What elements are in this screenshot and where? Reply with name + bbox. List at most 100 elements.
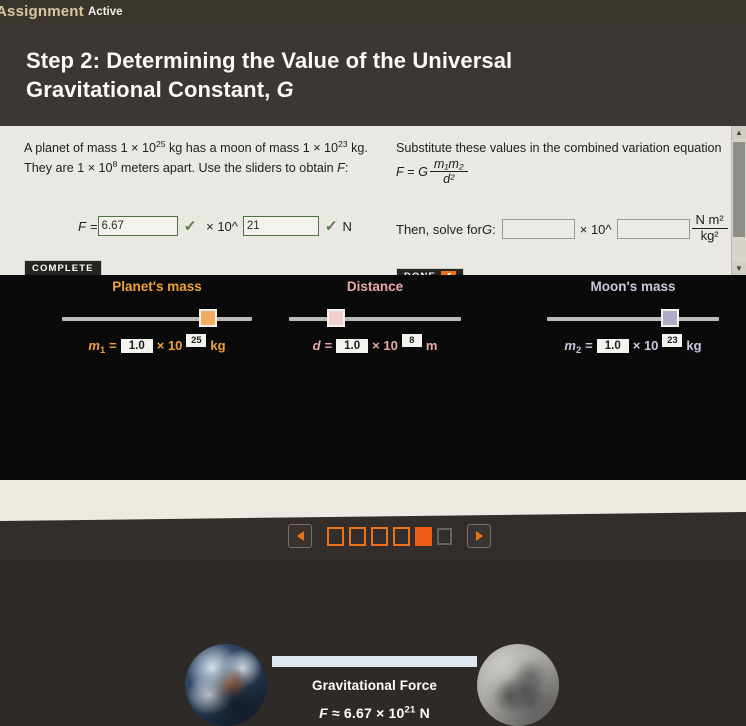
solve-colon: : — [492, 221, 496, 237]
page-dot-4[interactable] — [393, 526, 410, 546]
chevron-left-icon — [296, 531, 304, 541]
force-mantissa-input[interactable] — [97, 216, 178, 236]
force-value-variable: F — [319, 705, 328, 721]
earth-planet-image — [185, 644, 267, 726]
done-button[interactable]: DONE✔ — [396, 268, 464, 275]
g-exponent-input[interactable] — [616, 219, 690, 240]
slider-group-distance: Distance d = 1.0 × 10 8 m — [262, 279, 488, 353]
moon-image — [477, 644, 559, 726]
slider-planet-mass[interactable] — [62, 308, 252, 330]
page-dot-2[interactable] — [349, 526, 366, 546]
title-band: Step 2: Determining the Value of the Uni… — [0, 26, 746, 126]
slider-readout-distance: d = 1.0 × 10 8 m — [262, 334, 488, 353]
force-times-ten-label: × 10^ — [206, 218, 238, 234]
force-equation-variable: F — [78, 218, 86, 234]
force-value-approx: ≈ — [331, 705, 340, 721]
slider-readout-moon-mass: m2 = 1.0 × 10 23 kg — [520, 334, 746, 355]
slider-title-planet-mass: Planet's mass — [112, 279, 202, 294]
scroll-down-arrow-icon[interactable]: ▼ — [732, 262, 746, 275]
force-unit-label: N — [342, 218, 352, 234]
content-panel: A planet of mass 1 × 1025 kg has a moon … — [0, 126, 746, 275]
left-prompt-variable-f: F — [337, 161, 345, 176]
top-bar: Assignment Active — [0, 0, 746, 26]
scrollbar-thumb[interactable] — [733, 142, 745, 237]
slider-readout-planet-mass: m1 = 1.0 × 10 25 kg — [22, 334, 292, 355]
mantissa-check-icon: ✓ — [183, 218, 197, 235]
left-prompt-part1: A planet of mass 1 × 10 — [24, 141, 156, 155]
distance-unit: m — [425, 338, 438, 353]
planet-mass-symbol: m1 — [88, 338, 106, 355]
left-prompt-exp2: 23 — [338, 138, 348, 149]
slider-track-planet-mass[interactable] — [62, 317, 252, 321]
force-answer-row: F = ✓ × 10^ ✓ N — [78, 216, 352, 236]
right-prompt-equals: = — [403, 165, 419, 180]
left-prompt-exp1: 25 — [155, 138, 166, 149]
previous-page-button[interactable] — [288, 524, 312, 548]
moon-mass-symbol: m2 — [564, 338, 582, 355]
slider-track-distance[interactable] — [289, 317, 461, 321]
left-prompt-part4: meters apart. Use the sliders to obtain — [117, 161, 338, 176]
slider-group-moon-mass: Moon's mass m2 = 1.0 × 10 23 kg — [520, 279, 746, 355]
left-prompt-colon: : — [344, 161, 349, 176]
panel-scrollbar[interactable]: ▲ ▼ — [731, 126, 746, 275]
gravitation-fraction: m₁m₂ d² — [429, 157, 468, 186]
simulation-area: Planet's mass m1 = 1.0 × 10 25 kg Distan… — [0, 275, 746, 726]
gravitational-force-readout: Gravitational Force F ≈ 6.67 × 1021 N — [272, 656, 477, 721]
pagination-control — [288, 524, 491, 548]
distance-symbol: d — [312, 338, 321, 353]
page-title-line1: Step 2: Determining the Value of the Uni… — [26, 48, 513, 73]
left-prompt-part2: kg has a moon of mass 1 × 10 — [165, 141, 339, 155]
g-units-fraction: N m² kg² — [691, 212, 728, 244]
page-title-variable-g: G — [276, 77, 294, 103]
exponent-check-icon: ✓ — [324, 218, 338, 235]
force-value-unit: N — [419, 705, 430, 721]
slider-title-moon-mass: Moon's mass — [590, 279, 676, 294]
slider-distance[interactable] — [289, 308, 461, 330]
distance-value[interactable]: 1.0 — [336, 338, 369, 353]
page-dot-3[interactable] — [371, 526, 388, 546]
force-value-mantissa: 6.67 — [343, 705, 372, 721]
page-dot-5-current[interactable] — [415, 526, 432, 546]
moon-mass-value[interactable]: 1.0 — [596, 338, 629, 353]
scroll-up-arrow-icon[interactable]: ▲ — [732, 126, 746, 139]
distance-equals: = — [324, 338, 333, 353]
fraction-numerator: m₁m₂ — [433, 157, 464, 172]
solve-for-g-row: Then, solve for G: × 10^ N m² kg² — [396, 212, 730, 244]
right-prompt-text: Substitute these values in the combined … — [396, 141, 722, 155]
planet-mass-value[interactable]: 1.0 — [120, 338, 153, 353]
page-dot-6[interactable] — [437, 527, 452, 545]
g-units-denominator: kg² — [691, 227, 728, 244]
moon-mass-exponent[interactable]: 23 — [662, 334, 683, 347]
next-page-button[interactable] — [467, 524, 491, 548]
slider-thumb-moon-mass[interactable] — [660, 309, 679, 327]
distance-exponent[interactable]: 8 — [401, 334, 422, 347]
assignment-status-label: Active — [88, 6, 123, 18]
force-value-times-ten: × 10 — [376, 705, 405, 721]
slider-group-planet-mass: Planet's mass m1 = 1.0 × 10 25 kg — [22, 279, 292, 355]
page-dot-1[interactable] — [327, 526, 344, 546]
force-equation-equals: = — [89, 218, 98, 234]
moon-mass-unit: kg — [686, 338, 702, 353]
g-mantissa-input[interactable] — [501, 219, 575, 240]
right-prompt-variable-g: G — [418, 165, 428, 180]
g-units-numerator: N m² — [695, 212, 724, 227]
assignment-label: Assignment — [0, 3, 84, 20]
moon-mass-times-ten: × 10 — [632, 338, 659, 353]
slider-track-moon-mass[interactable] — [547, 317, 719, 321]
solve-for-g-label: Then, solve for — [396, 221, 482, 237]
planet-mass-exponent[interactable]: 25 — [186, 334, 207, 347]
complete-badge[interactable]: COMPLETE — [24, 260, 102, 275]
planet-mass-equals: = — [109, 338, 117, 353]
force-value-exponent: 21 — [404, 704, 416, 716]
slider-thumb-planet-mass[interactable] — [198, 309, 217, 327]
slider-thumb-distance[interactable] — [326, 309, 345, 327]
slider-moon-mass[interactable] — [547, 308, 719, 330]
gravitational-force-label: Gravitational Force — [312, 678, 437, 693]
left-column: A planet of mass 1 × 1025 kg has a moon … — [24, 138, 379, 179]
page-title-line2: Gravitational Constant, — [26, 77, 277, 103]
g-times-ten-label: × 10^ — [579, 221, 612, 237]
chevron-right-icon — [475, 531, 483, 541]
force-exponent-input[interactable] — [242, 216, 319, 236]
solve-variable-g: G — [482, 221, 493, 237]
gravitational-force-bar — [272, 656, 477, 667]
